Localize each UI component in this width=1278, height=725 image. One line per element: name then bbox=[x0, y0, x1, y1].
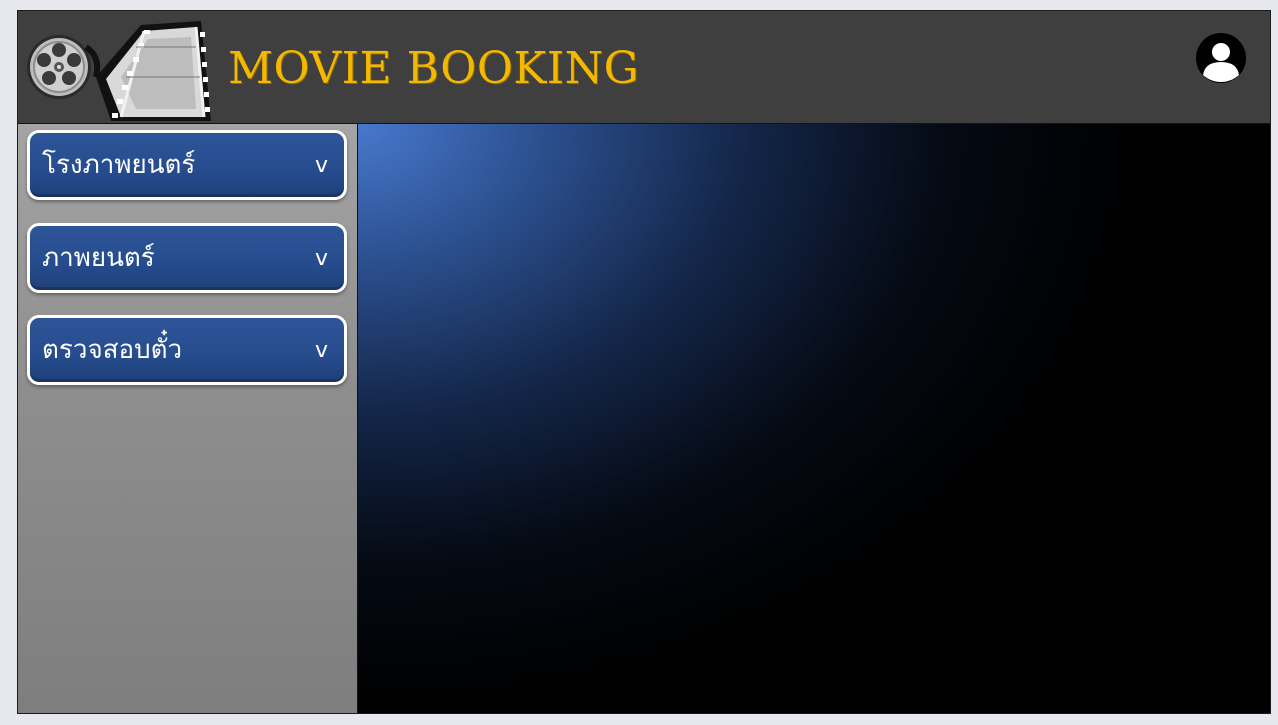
user-avatar-icon[interactable] bbox=[1196, 33, 1246, 83]
main-content-panel bbox=[358, 124, 1270, 713]
chevron-down-icon: v bbox=[314, 153, 328, 178]
sidebar-item-cinemas[interactable]: โรงภาพยนตร์ v bbox=[27, 130, 347, 200]
sidebar-item-label: ภาพยนตร์ bbox=[42, 243, 155, 273]
sidebar-item-check-ticket[interactable]: ตรวจสอบตั๋ว v bbox=[27, 315, 347, 385]
app-title: Movie Booking bbox=[228, 43, 640, 94]
sidebar-item-label: ตรวจสอบตั๋ว bbox=[42, 335, 183, 365]
chevron-down-icon: v bbox=[314, 338, 328, 363]
chevron-down-icon: v bbox=[314, 246, 328, 271]
sidebar-item-label: โรงภาพยนตร์ bbox=[42, 150, 196, 180]
sidebar: โรงภาพยนตร์ v ภาพยนตร์ v ตรวจสอบตั๋ว v bbox=[18, 124, 358, 713]
film-reel-icon bbox=[27, 21, 211, 121]
app-frame: Movie Booking โรงภาพยนตร์ v ภาพยนตร์ v ต… bbox=[17, 10, 1271, 714]
header-bar: Movie Booking bbox=[18, 11, 1270, 124]
sidebar-item-movies[interactable]: ภาพยนตร์ v bbox=[27, 223, 347, 293]
